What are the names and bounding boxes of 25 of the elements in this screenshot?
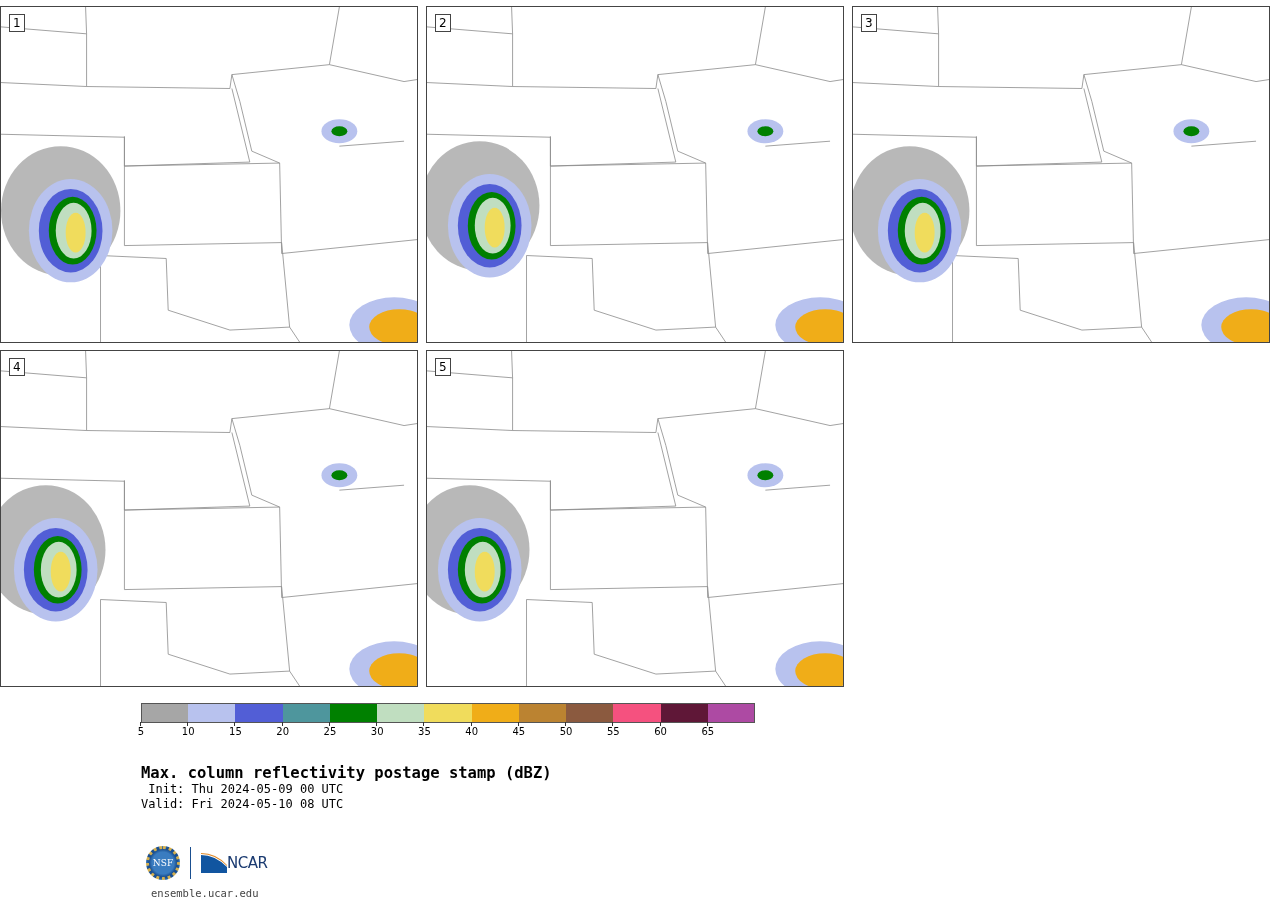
ncar-logo: NCAR xyxy=(227,854,268,872)
tick-label: 40 xyxy=(465,726,478,737)
tick-label: 45 xyxy=(512,726,526,737)
tick-label: 60 xyxy=(654,726,667,737)
tick-label: 30 xyxy=(370,726,384,737)
panel-number: 2 xyxy=(435,14,451,32)
panel-number: 5 xyxy=(435,358,451,376)
tick-label: 15 xyxy=(229,726,242,737)
tick-label: 25 xyxy=(323,726,337,737)
tick-label: 10 xyxy=(181,726,195,737)
swoosh-icon xyxy=(201,853,227,873)
tick-label: 55 xyxy=(607,726,620,737)
valid-time: Valid: Fri 2024-05-10 08 UTC xyxy=(141,797,345,812)
tick-label: 35 xyxy=(418,726,431,737)
init-time: Init: Thu 2024-05-09 00 UTC xyxy=(147,782,345,797)
site-url: ensemble.ucar.edu xyxy=(151,887,260,899)
panel-number: 4 xyxy=(9,358,25,376)
nsf-logo: NSF xyxy=(146,846,180,880)
tick-label: 50 xyxy=(559,726,573,737)
tick-label: 65 xyxy=(701,726,715,737)
tick-label: 5 xyxy=(137,726,145,737)
panel-number: 1 xyxy=(9,14,25,32)
tick-label: 20 xyxy=(276,726,290,737)
chart-title: Max. column reflectivity postage stamp (dBZ) xyxy=(141,764,553,782)
panel-number: 3 xyxy=(861,14,877,32)
